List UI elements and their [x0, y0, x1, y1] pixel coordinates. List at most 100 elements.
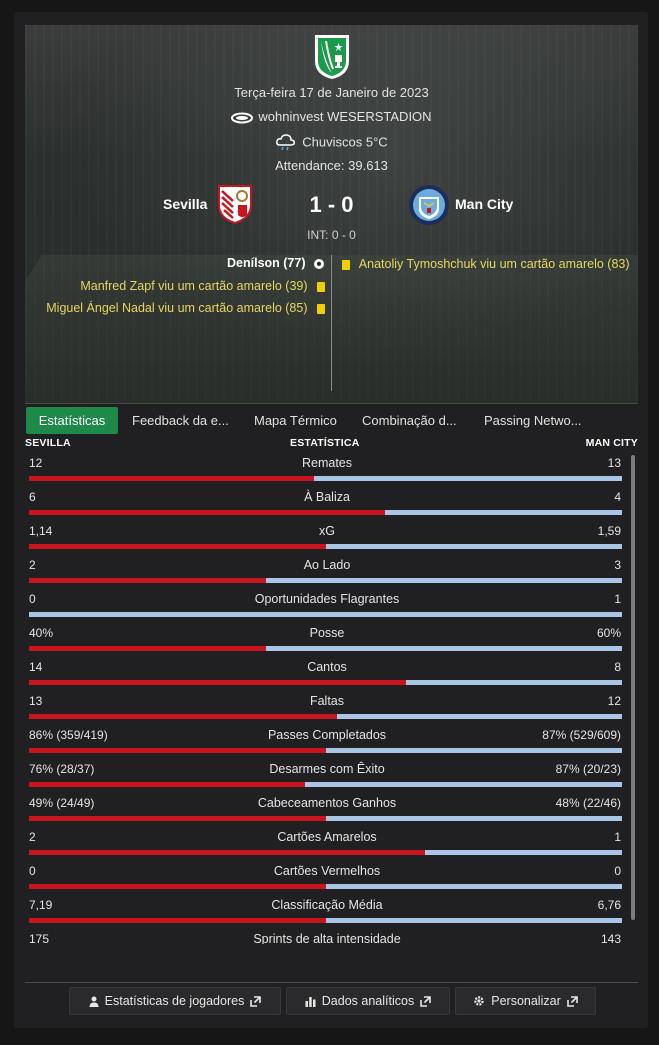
stat-comparison-bar — [29, 884, 622, 889]
tab-passing-network[interactable]: Passing Netwo... — [474, 407, 592, 434]
stat-row: 49% (24/49) Cabeceamentos Ganhos 48% (22/4… — [25, 792, 629, 826]
analytics-button[interactable]: Dados analíticos — [286, 987, 450, 1015]
stat-home-bar — [29, 918, 326, 923]
final-score: 1 - 0 — [309, 192, 354, 217]
match-date: Terça-feira 17 de Janeiro de 2023 — [234, 85, 429, 100]
tab-mapa-termico[interactable]: Mapa Térmico — [244, 407, 347, 434]
player-stats-button[interactable]: Estatísticas de jogadores — [69, 987, 281, 1015]
yellow-card-icon — [317, 281, 325, 292]
stats-center-header: ESTATÍSTICA — [290, 437, 360, 449]
stat-row: 76% (28/37) Desarmes com Êxito 87% (20/23) — [25, 758, 629, 792]
stat-comparison-bar — [29, 680, 622, 685]
stats-away-header: MAN CITY — [585, 437, 638, 449]
bar-chart-icon — [305, 996, 316, 1007]
stat-comparison-bar — [29, 748, 622, 753]
stat-comparison-bar — [29, 476, 622, 481]
popout-icon — [250, 995, 262, 1007]
stat-row: 0 Oportunidades Flagrantes 1 — [25, 588, 629, 622]
stadium-line: wohninvest WESERSTADION — [25, 109, 638, 124]
stat-name: Cabeceamentos Ganhos — [257, 796, 397, 810]
stat-row: 1,14 xG 1,59 — [25, 520, 629, 554]
player-stats-label: Estatísticas de jogadores — [104, 994, 245, 1008]
drizzle-icon — [276, 134, 296, 151]
away-yellow-card-event[interactable]: Anatoliy Tymoshchuk viu um cartão amarel… — [342, 257, 630, 271]
stat-home-bar — [29, 816, 326, 821]
tabs-divider — [25, 403, 638, 404]
stat-home-bar — [29, 714, 338, 719]
stat-home-bar — [29, 510, 385, 515]
stat-name: Oportunidades Flagrantes — [254, 592, 400, 606]
stat-comparison-bar — [29, 544, 622, 549]
stat-row: 2 Ao Lado 3 — [25, 554, 629, 588]
halftime-score: INT: 0 - 0 — [307, 228, 356, 242]
gear-icon — [474, 996, 484, 1006]
stat-home-bar — [29, 850, 425, 855]
stat-name: Faltas — [309, 694, 345, 708]
away-team-name[interactable]: Man City — [455, 196, 513, 212]
stat-name: À Baliza — [304, 490, 350, 504]
tab-combinacao[interactable]: Combinação d... — [352, 407, 467, 434]
stats-list: 12 Remates 13 6 À Baliza 4 1,14 xG 1,59 2 Ao Lado 3… — [25, 452, 629, 944]
stat-comparison-bar — [29, 816, 622, 821]
stat-comparison-bar — [29, 782, 622, 787]
competition-logo — [315, 35, 349, 79]
popout-icon — [420, 995, 432, 1007]
stat-comparison-bar — [29, 850, 622, 855]
stat-away-value: 48% (22/46) — [555, 796, 621, 810]
customize-label: Personalizar — [491, 994, 561, 1008]
yellow-card-text: Anatoliy Tymoshchuk viu um cartão amarel… — [358, 257, 630, 271]
stat-away-value: 60% — [596, 626, 621, 640]
stat-name: Cartões Vermelhos — [273, 864, 381, 878]
stat-comparison-bar — [29, 714, 622, 719]
stat-away-value: 1,59 — [597, 524, 621, 538]
stat-away-value: 143 — [600, 932, 621, 944]
attendance-line: Attendance: 39.613 — [25, 158, 638, 173]
stat-home-bar — [29, 578, 267, 583]
stat-row: 86% (359/419) Passes Completados 87% (529/… — [25, 724, 629, 758]
stat-home-bar — [29, 884, 326, 889]
stat-row: 40% Posse 60% — [25, 622, 629, 656]
stat-row: 14 Cantos 8 — [25, 656, 629, 690]
stadium-icon — [231, 112, 254, 124]
stat-name: Cartões Amarelos — [277, 830, 377, 844]
stats-home-header: SEVILLA — [25, 437, 71, 449]
footer-divider — [25, 982, 638, 983]
stat-comparison-bar — [29, 918, 622, 923]
stat-home-bar — [29, 476, 314, 481]
stat-home-bar — [29, 748, 326, 753]
weather-line: Chuviscos 5°C — [25, 134, 638, 152]
goal-scorer-text: Denílson (77) — [227, 256, 306, 270]
tab-feedback[interactable]: Feedback da e... — [122, 407, 239, 434]
stat-name: xG — [319, 524, 335, 538]
stat-name: Remates — [301, 456, 353, 470]
home-yellow-card-event[interactable]: Manfred Zapf viu um cartão amarelo (39) — [80, 279, 325, 293]
tab-estatisticas[interactable]: Estatísticas — [26, 407, 118, 434]
stat-away-value: 1 — [614, 592, 621, 606]
attendance-label: Attendance: — [275, 158, 345, 173]
stat-home-bar — [29, 782, 305, 787]
stat-name: Passes Completados — [267, 728, 387, 742]
stat-home-bar — [29, 646, 267, 651]
stat-row: 0 Cartões Vermelhos 0 — [25, 860, 629, 894]
popout-icon — [566, 995, 578, 1007]
home-goal-event[interactable]: Denílson (77) — [227, 256, 325, 270]
attendance-value: 39.613 — [348, 158, 388, 173]
man-city-crest-icon[interactable] — [407, 183, 451, 227]
stats-scrollbar[interactable] — [631, 455, 635, 920]
stat-away-value: 3 — [614, 558, 621, 572]
analytics-label: Dados analíticos — [321, 994, 415, 1008]
stat-row: 2 Cartões Amarelos 1 — [25, 826, 629, 860]
stat-name: Cantos — [307, 660, 347, 674]
stat-name: Sprints de alta intensidade — [253, 932, 401, 944]
stat-row: 13 Faltas 12 — [25, 690, 629, 724]
stat-name: Ao Lado — [303, 558, 351, 572]
stat-home-bar — [29, 680, 406, 685]
home-yellow-card-event[interactable]: Miguel Ángel Nadal viu um cartão amarelo… — [46, 301, 325, 315]
yellow-card-text: Miguel Ángel Nadal viu um cartão amarelo… — [46, 301, 308, 315]
stat-home-bar — [29, 544, 326, 549]
stat-row: 7,19 Classificação Média 6,76 — [25, 894, 629, 928]
weather-text: Chuviscos 5°C — [302, 134, 388, 150]
person-icon — [89, 996, 99, 1007]
stat-comparison-bar — [29, 510, 622, 515]
customize-button[interactable]: Personalizar — [455, 987, 596, 1015]
